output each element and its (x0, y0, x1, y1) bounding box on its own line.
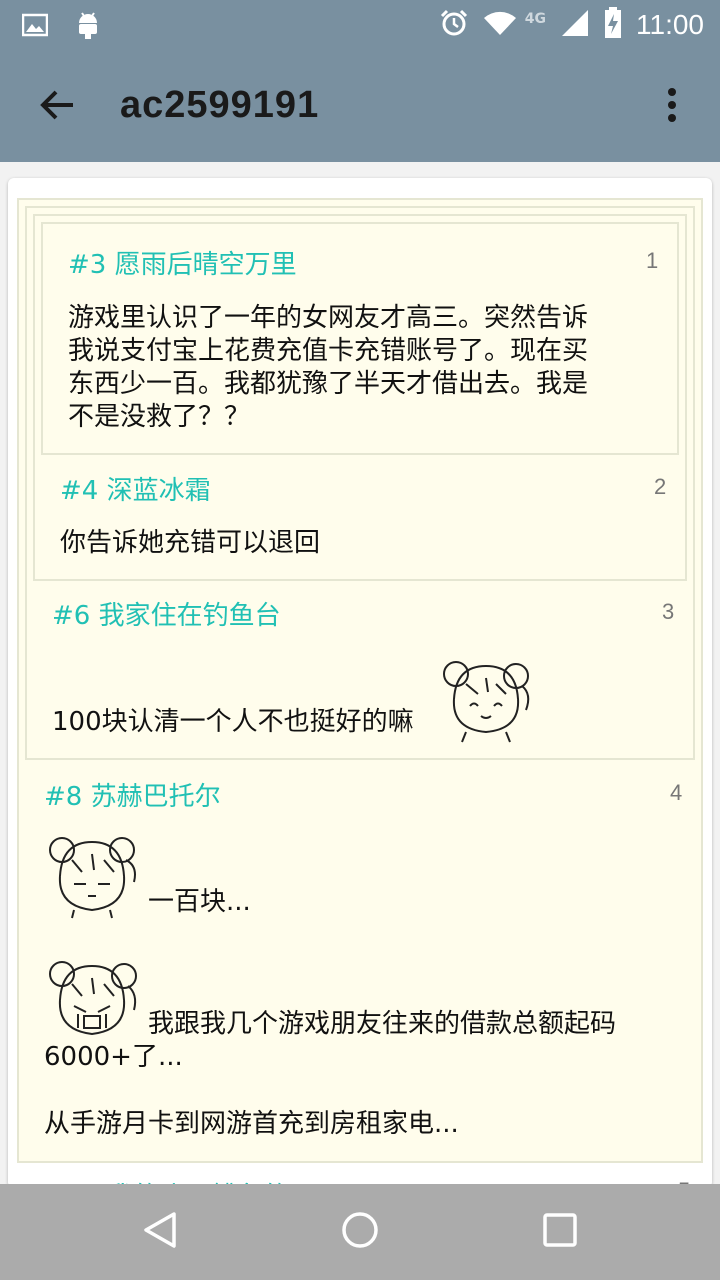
battery-charging-icon (604, 7, 622, 43)
floor-number: 1 (646, 248, 659, 273)
post-line: 不是没救了？？ (68, 402, 251, 432)
post-line: 我跟我几个游戏朋友往来的借款总额起码 (148, 1009, 617, 1039)
floor-number: 4 (670, 780, 683, 805)
post-text: 我跟我几个游戏朋友往来的借款总额起码 6000+了... (44, 1008, 684, 1074)
post-text: 从手游月卡到网游首充到房租家电... (44, 1109, 459, 1139)
wifi-icon (483, 10, 517, 40)
post-author[interactable]: #3 愿雨后晴空万里 (68, 244, 297, 281)
android-icon (76, 10, 100, 44)
sleepy-girl-sticker (42, 830, 142, 924)
nav-home-button[interactable] (332, 1204, 388, 1260)
smiling-girl-sticker (436, 654, 536, 748)
post-author[interactable]: #8 苏赫巴托尔 (44, 776, 221, 813)
nav-back-button[interactable] (132, 1204, 188, 1260)
post-author[interactable]: #4 深蓝冰霜 (60, 470, 211, 507)
post-line: 游戏里认识了一年的女网友才高三。突然告诉 (68, 303, 589, 333)
alarm-icon (439, 8, 469, 42)
comment-card[interactable]: #3 愿雨后晴空万里 1 游戏里认识了一年的女网友才高三。突然告诉 我说支付宝上… (8, 178, 712, 1188)
overflow-menu-button[interactable] (650, 84, 694, 130)
image-icon (21, 13, 49, 41)
post-author[interactable]: #6 我家住在钓鱼台 (52, 595, 281, 632)
signal-icon (560, 8, 590, 42)
status-bar: 4G 11:00 (0, 0, 720, 50)
post-line: 东西少一百。我都犹豫了半天才借出去。我是 (68, 369, 589, 399)
page-title: ac2599191 (120, 84, 320, 126)
navigation-bar (0, 1184, 720, 1280)
clock: 11:00 (636, 9, 704, 40)
post-text: 游戏里认识了一年的女网友才高三。突然告诉 我说支付宝上花费充值卡充错账号了。现在… (68, 302, 668, 434)
post-text: 一百块... (148, 887, 251, 917)
network-label: 4G (524, 11, 546, 27)
nav-recents-button[interactable] (532, 1204, 588, 1260)
home-circle-icon (340, 1210, 380, 1254)
post-text: 100块认清一个人不也挺好的嘛 (52, 707, 414, 737)
app-bar (0, 50, 720, 162)
back-button[interactable] (34, 84, 80, 130)
back-triangle-icon (140, 1210, 180, 1254)
floor-number: 2 (654, 474, 667, 499)
post-line: 6000+了... (44, 1042, 183, 1072)
post-text: 你告诉她充错可以退回 (60, 528, 321, 558)
back-arrow-icon (39, 89, 75, 125)
post-line: 我说支付宝上花费充值卡充错账号了。现在买 (68, 336, 589, 366)
recents-square-icon (542, 1212, 578, 1252)
floor-number: 3 (662, 599, 675, 624)
overflow-menu-icon (667, 87, 677, 127)
